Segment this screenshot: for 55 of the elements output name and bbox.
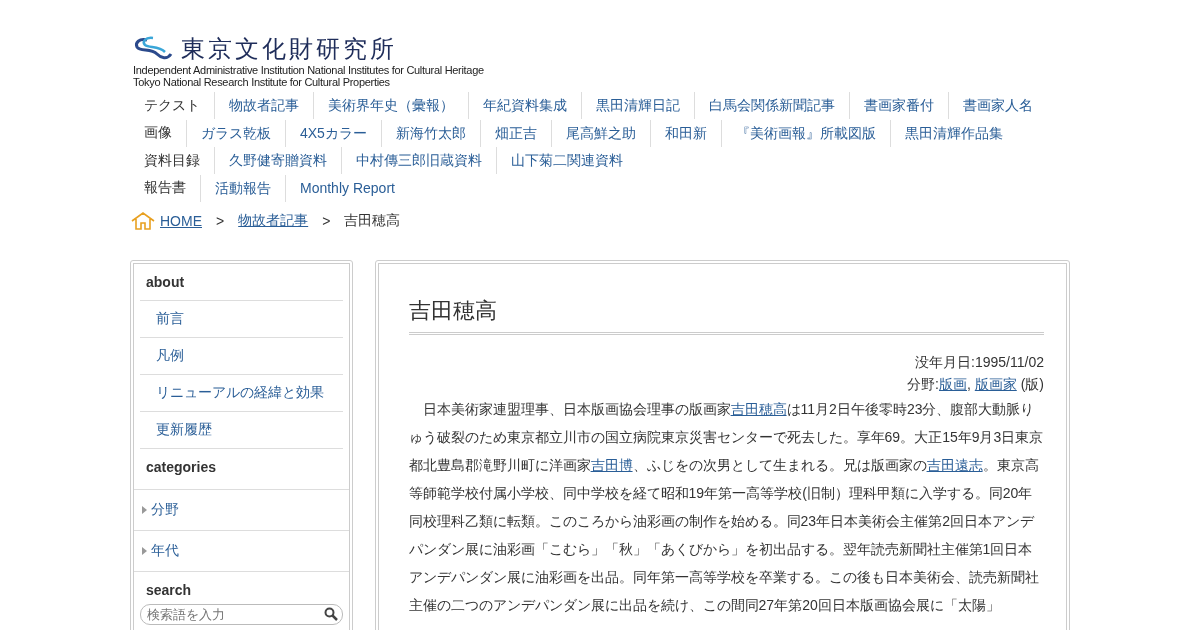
breadcrumb-link[interactable]: 物故者記事 bbox=[238, 212, 309, 230]
nav-category: 資料目録 bbox=[143, 151, 201, 170]
breadcrumb-separator: > bbox=[216, 213, 225, 229]
field-link[interactable]: 版画 bbox=[939, 376, 967, 392]
sidebar-link[interactable]: 前言 bbox=[140, 301, 343, 338]
breadcrumb-link[interactable]: HOME bbox=[160, 213, 202, 229]
nav-link[interactable]: 美術界年史（彙報） bbox=[313, 92, 468, 120]
search-icon bbox=[323, 607, 338, 621]
logo-subtitle: Tokyo National Research Institute for Cultural Properties bbox=[133, 76, 390, 88]
sidebar-heading: about bbox=[140, 264, 343, 301]
triangle-icon bbox=[140, 546, 148, 556]
home-icon bbox=[130, 211, 156, 231]
article-paragraph: 日本美術家連盟理事、日本版画協会理事の版画家吉田穂高は11月2日午後零時23分、腹部大動脈りゅう破裂のため東京都立川市の国立病院東京災害センターで死去した。享年69。大正15年9月3日東京都北豊島郡滝野川町に洋画家吉田博、ふじをの次男として生まれる。兄は版画家の吉田遠志。東京高等師範学校付属小学校、同中学校を経て昭和19年第一高等学校(旧制）理科甲類に入学する。同20年同校理科乙類に転類。このころから油彩画の制作を始める。同23年日本美術会主催第2回日本アンデパンダン展に油彩画「こむら」「秋」「あくびから」を初出品する。翌年読売新聞社主催第1回日本アンデパンダン展に油彩画を出品。同年第一高等学校を卒業する。この後も日本美術会、読売新聞社主催の二つのアンデパンダン展に出品を続け、この間同27年第20回日本版画協会展に「太陽」 bbox=[408, 400, 1044, 615]
person-link[interactable]: 吉田穂高 bbox=[730, 401, 787, 417]
nav-link[interactable]: 中村傳三郎旧蔵資料 bbox=[341, 147, 496, 175]
nav-link[interactable]: ガラス乾板 bbox=[186, 119, 285, 147]
triangle-icon bbox=[140, 505, 148, 515]
nav-link[interactable]: 年紀資料集成 bbox=[468, 92, 581, 120]
sidebar-link[interactable]: 凡例 bbox=[140, 338, 343, 375]
nav-link[interactable]: 尾高鮮之助 bbox=[550, 119, 650, 147]
breadcrumb-current: 吉田穂高 bbox=[344, 212, 401, 230]
breadcrumb-separator: > bbox=[322, 213, 331, 229]
nav-link[interactable]: 和田新 bbox=[649, 119, 721, 147]
nav-link[interactable]: 新海竹太郎 bbox=[380, 119, 480, 147]
search-field[interactable]: 検索語を入力 bbox=[140, 604, 343, 625]
nav-link[interactable]: 『美術画報』所載図版 bbox=[720, 119, 890, 147]
logo-title: 東京文化財研究所 bbox=[181, 34, 397, 64]
nav-link[interactable]: 物故者記事 bbox=[214, 92, 313, 120]
nav-category: 報告書 bbox=[143, 179, 187, 198]
sidebar-heading: search bbox=[145, 581, 193, 600]
category-toggle[interactable]: 年代 bbox=[134, 531, 349, 572]
person-link[interactable]: 吉田遠志 bbox=[926, 457, 983, 473]
sidebar-heading: categories bbox=[134, 449, 349, 490]
field-line: 分野:版画, 版画家 (版) bbox=[906, 375, 1044, 394]
nav-link[interactable]: 黒田清輝作品集 bbox=[889, 119, 1017, 147]
nav-link[interactable]: 4X5カラー bbox=[285, 119, 381, 147]
nav-category: 画像 bbox=[143, 124, 173, 143]
nav-link[interactable]: 畑正吉 bbox=[479, 119, 551, 147]
nav-link[interactable]: 書画家人名 bbox=[948, 92, 1047, 120]
nav-link[interactable]: 黒田清輝日記 bbox=[581, 92, 694, 120]
nav-link[interactable]: Monthly Report bbox=[285, 174, 409, 202]
death-date: 没年月日:1995/11/02 bbox=[914, 353, 1044, 372]
nav-link[interactable]: 久野健寄贈資料 bbox=[214, 147, 341, 175]
person-link[interactable]: 吉田博 bbox=[590, 457, 633, 473]
nav-link[interactable]: 活動報告 bbox=[200, 174, 285, 202]
nav-link[interactable]: 山下菊二関連資料 bbox=[496, 147, 637, 175]
sidebar-link[interactable]: リニューアルの経緯と効果 bbox=[140, 375, 343, 412]
nav-category: テクスト bbox=[143, 96, 201, 115]
field-link[interactable]: 版画家 bbox=[974, 376, 1017, 392]
article-title: 吉田穂高 bbox=[408, 296, 1044, 335]
nav-link[interactable]: 白馬会関係新聞記事 bbox=[694, 92, 849, 120]
nav-link[interactable]: 書画家番付 bbox=[849, 92, 948, 120]
logo-subtitle: Independent Administrative Institution National Institutes for Cultural Heritage bbox=[133, 64, 484, 76]
sidebar-link[interactable]: 更新履歴 bbox=[140, 412, 343, 449]
category-toggle[interactable]: 分野 bbox=[134, 490, 349, 531]
